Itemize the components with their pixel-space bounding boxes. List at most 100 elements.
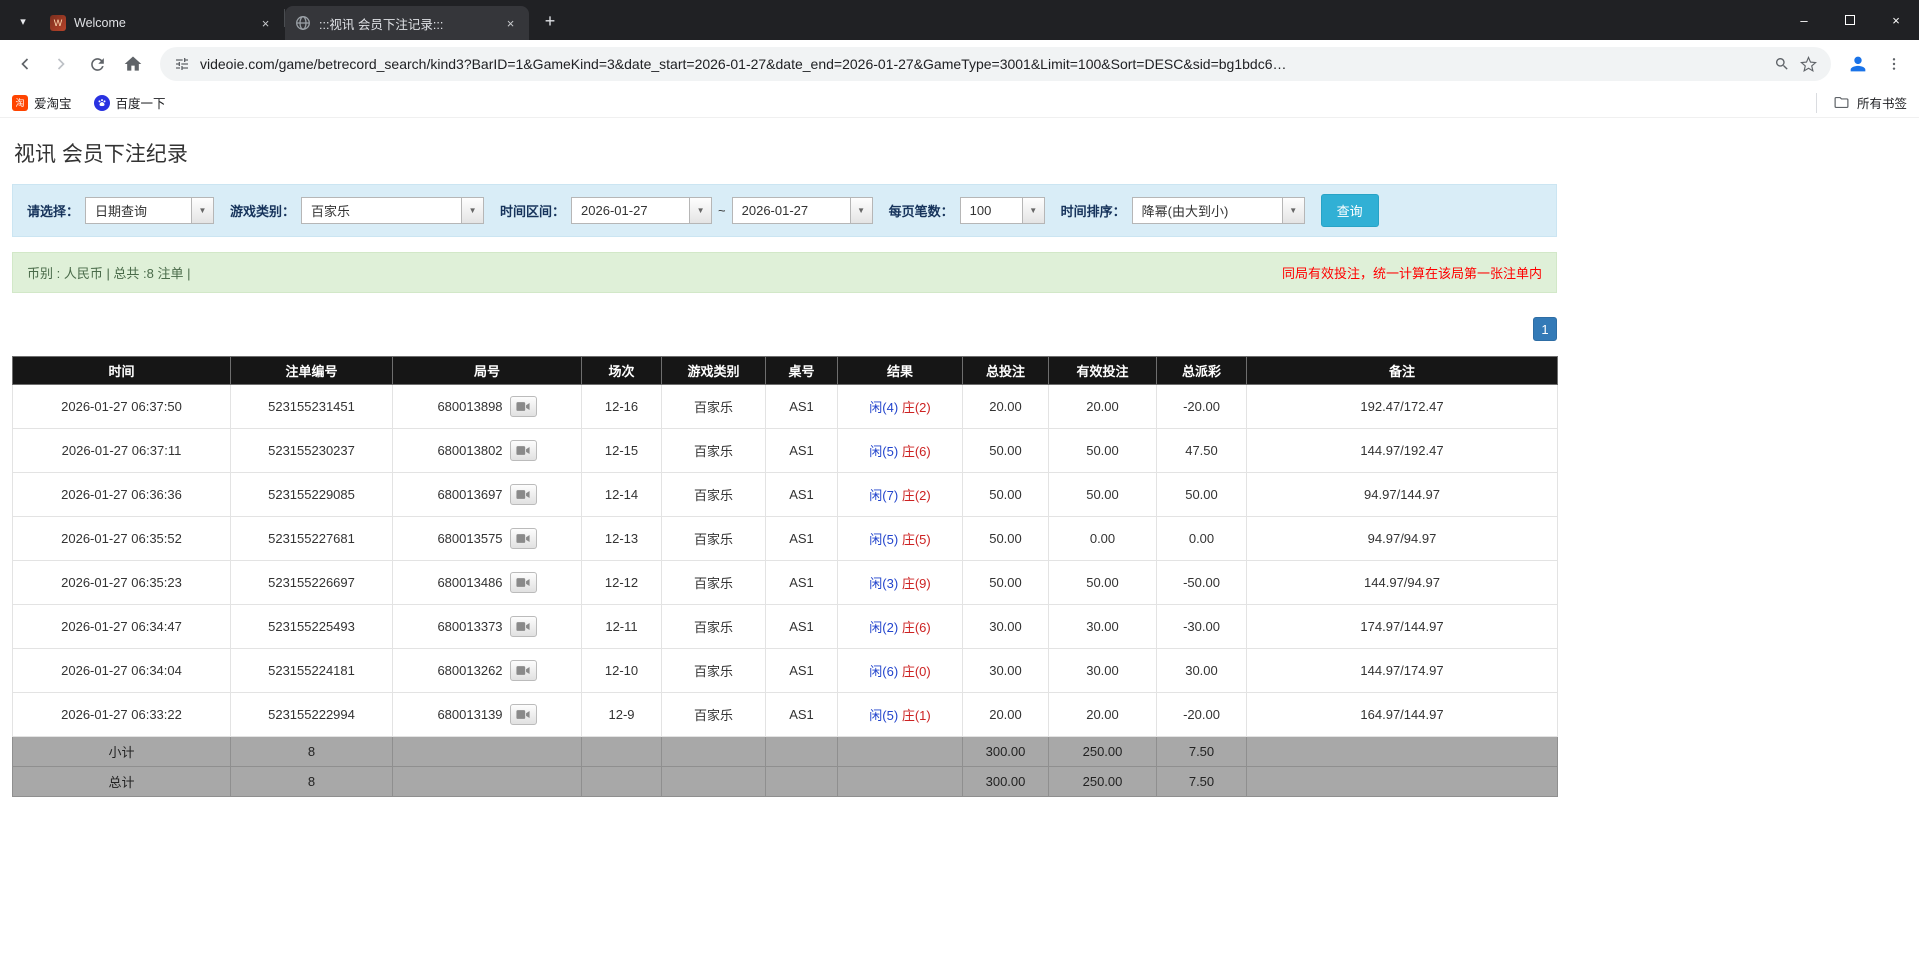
- refresh-button[interactable]: [80, 47, 114, 81]
- page-1-button[interactable]: 1: [1533, 317, 1557, 341]
- close-button[interactable]: ×: [1873, 0, 1919, 40]
- total-bet-link[interactable]: 50.00: [963, 473, 1049, 517]
- zoom-icon[interactable]: [1774, 56, 1790, 72]
- payout-cell: -20.00: [1157, 385, 1247, 429]
- valid-bet-cell: 20.00: [1049, 693, 1157, 737]
- profile-icon[interactable]: [1841, 47, 1875, 81]
- column-header: 总派彩: [1157, 357, 1247, 385]
- date-end-value[interactable]: 2026-01-27: [732, 197, 850, 224]
- total-bet-link[interactable]: 50.00: [963, 561, 1049, 605]
- video-replay-button[interactable]: [510, 572, 537, 593]
- video-replay-button[interactable]: [510, 440, 537, 461]
- menu-kebab-icon[interactable]: [1877, 47, 1911, 81]
- total-valid-bet: 250.00: [1049, 767, 1157, 797]
- note-cell: 94.97/94.97: [1247, 517, 1558, 561]
- result-player: 闲(5): [869, 708, 898, 723]
- tab-bet-record[interactable]: :::视讯 会员下注记录::: ×: [285, 6, 529, 40]
- table-row: 2026-01-27 06:37:11 523155230237 6800138…: [13, 429, 1558, 473]
- result-cell: 闲(2) 庄(6): [838, 605, 963, 649]
- column-header: 备注: [1247, 357, 1558, 385]
- result-cell: 闲(4) 庄(2): [838, 385, 963, 429]
- round-cell: 680013262: [393, 649, 582, 693]
- chevron-down-icon[interactable]: ▼: [191, 197, 214, 224]
- maximize-button[interactable]: [1827, 0, 1873, 40]
- game-kind-value[interactable]: 百家乐: [301, 197, 461, 224]
- home-button[interactable]: [116, 47, 150, 81]
- bet-id-cell: 523155222994: [231, 693, 393, 737]
- welcome-favicon-icon: W: [50, 15, 66, 31]
- per-page-label: 每页笔数：: [889, 201, 954, 220]
- bookmark-baidu[interactable]: 百度一下: [94, 93, 166, 112]
- date-start-value[interactable]: 2026-01-27: [571, 197, 689, 224]
- total-bet-link[interactable]: 30.00: [963, 649, 1049, 693]
- date-start-input[interactable]: 2026-01-27 ▼: [571, 197, 712, 224]
- table-row: 2026-01-27 06:34:04 523155224181 6800132…: [13, 649, 1558, 693]
- video-replay-button[interactable]: [510, 484, 537, 505]
- round-number: 680013139: [437, 707, 502, 722]
- video-replay-button[interactable]: [510, 616, 537, 637]
- date-end-input[interactable]: 2026-01-27 ▼: [732, 197, 873, 224]
- query-type-select[interactable]: 日期查询 ▼: [85, 197, 214, 224]
- bookmark-taobao[interactable]: 淘 爱淘宝: [12, 93, 72, 112]
- bet-id-cell: 523155225493: [231, 605, 393, 649]
- video-replay-button[interactable]: [510, 528, 537, 549]
- video-replay-button[interactable]: [510, 704, 537, 725]
- tab-search-icon[interactable]: ▾: [10, 8, 36, 34]
- video-replay-button[interactable]: [510, 660, 537, 681]
- session-cell: 12-14: [582, 473, 662, 517]
- table-number-cell: AS1: [766, 385, 838, 429]
- round-cell: 680013802: [393, 429, 582, 473]
- all-bookmarks-label: 所有书签: [1857, 93, 1907, 112]
- tab-close-icon[interactable]: ×: [502, 15, 519, 32]
- table-number-cell: AS1: [766, 561, 838, 605]
- round-number: 680013575: [437, 531, 502, 546]
- total-bet-link[interactable]: 50.00: [963, 429, 1049, 473]
- header-row: 时间注单编号局号场次游戏类别桌号结果总投注有效投注总派彩备注: [13, 357, 1558, 385]
- total-bet-link[interactable]: 20.00: [963, 693, 1049, 737]
- per-page-value[interactable]: 100: [960, 197, 1022, 224]
- tab-welcome[interactable]: W Welcome ×: [40, 6, 284, 40]
- total-bet-link[interactable]: 30.00: [963, 605, 1049, 649]
- page-content: 视讯 会员下注纪录 请选择： 日期查询 ▼ 游戏类别： 百家乐 ▼ 时间区间： …: [0, 118, 1919, 797]
- round-cell: 680013697: [393, 473, 582, 517]
- table-number-cell: AS1: [766, 649, 838, 693]
- video-replay-button[interactable]: [510, 396, 537, 417]
- tab-close-icon[interactable]: ×: [257, 15, 274, 32]
- time-cell: 2026-01-27 06:35:23: [13, 561, 231, 605]
- total-bet-link[interactable]: 20.00: [963, 385, 1049, 429]
- per-page-select[interactable]: 100 ▼: [960, 197, 1045, 224]
- tune-icon[interactable]: [174, 56, 190, 72]
- valid-bet-cell: 0.00: [1049, 517, 1157, 561]
- session-cell: 12-15: [582, 429, 662, 473]
- forward-button[interactable]: [44, 47, 78, 81]
- new-tab-button[interactable]: +: [537, 8, 563, 34]
- game-kind-cell: 百家乐: [662, 693, 766, 737]
- total-bet-link[interactable]: 50.00: [963, 517, 1049, 561]
- search-button[interactable]: 查询: [1321, 194, 1379, 227]
- round-number: 680013486: [437, 575, 502, 590]
- bet-id-cell: 523155226697: [231, 561, 393, 605]
- sort-select[interactable]: 降幂(由大到小) ▼: [1132, 197, 1305, 224]
- chevron-down-icon[interactable]: ▼: [461, 197, 484, 224]
- chevron-down-icon[interactable]: ▼: [850, 197, 873, 224]
- time-cell: 2026-01-27 06:34:04: [13, 649, 231, 693]
- query-type-value[interactable]: 日期查询: [85, 197, 191, 224]
- column-header: 有效投注: [1049, 357, 1157, 385]
- url-text[interactable]: videoie.com/game/betrecord_search/kind3?…: [200, 56, 1764, 72]
- chevron-down-icon[interactable]: ▼: [1282, 197, 1305, 224]
- chevron-down-icon[interactable]: ▼: [689, 197, 712, 224]
- url-bar[interactable]: videoie.com/game/betrecord_search/kind3?…: [160, 47, 1831, 81]
- minimize-button[interactable]: –: [1781, 0, 1827, 40]
- back-button[interactable]: [8, 47, 42, 81]
- chevron-down-icon[interactable]: ▼: [1022, 197, 1045, 224]
- note-cell: 174.97/144.97: [1247, 605, 1558, 649]
- date-range-label: 时间区间：: [500, 201, 565, 220]
- sort-value[interactable]: 降幂(由大到小): [1132, 197, 1282, 224]
- payout-cell: 50.00: [1157, 473, 1247, 517]
- game-kind-select[interactable]: 百家乐 ▼: [301, 197, 484, 224]
- note-cell: 94.97/144.97: [1247, 473, 1558, 517]
- round-number: 680013373: [437, 619, 502, 634]
- bookmark-star-icon[interactable]: [1800, 56, 1817, 73]
- table-number-cell: AS1: [766, 517, 838, 561]
- all-bookmarks-button[interactable]: 所有书签: [1816, 93, 1907, 113]
